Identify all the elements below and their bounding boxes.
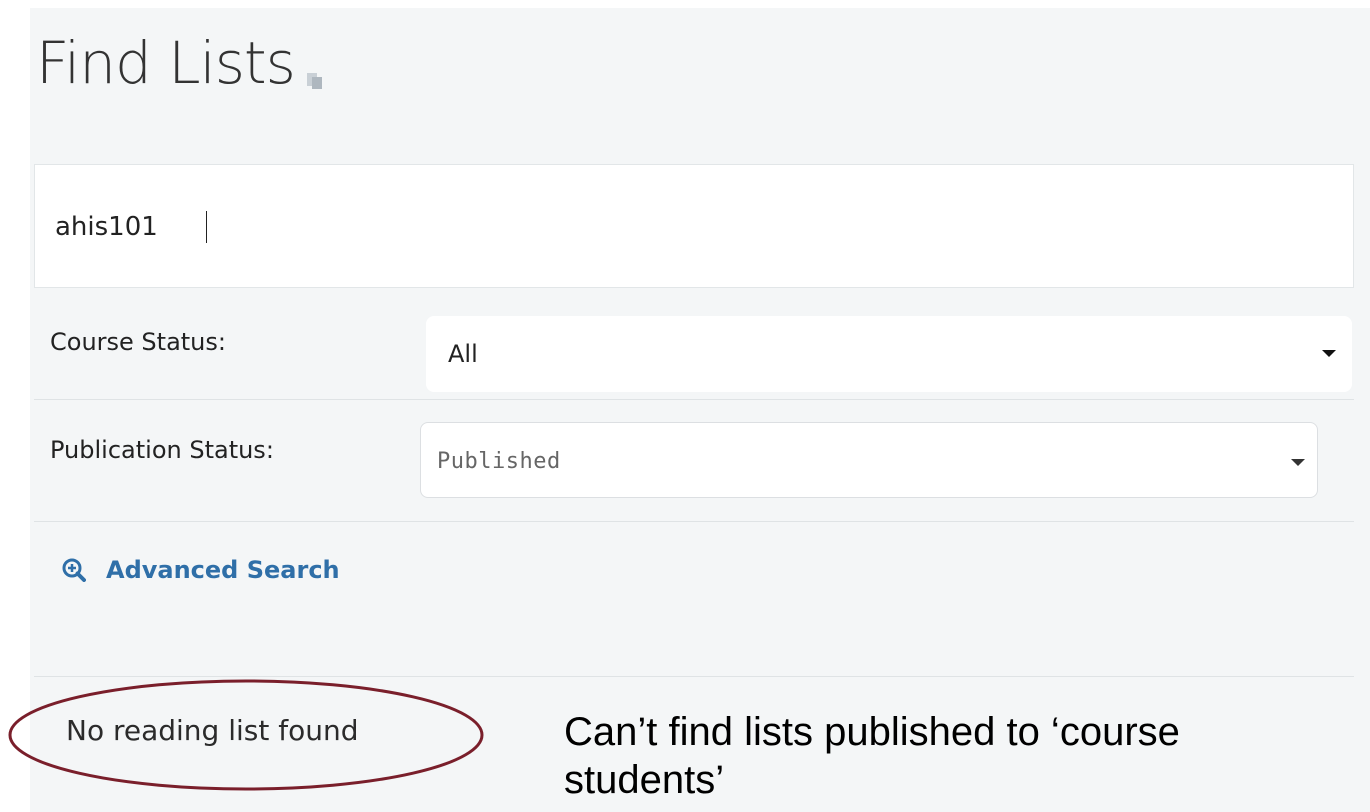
publication-status-label: Publication Status: <box>50 436 274 464</box>
course-status-label: Course Status: <box>50 328 226 356</box>
annotation-note: Can’t find lists published to ‘course st… <box>564 710 1180 802</box>
zoom-in-icon <box>62 558 86 582</box>
text-caret <box>206 211 207 243</box>
chevron-down-icon <box>1322 350 1336 357</box>
search-box[interactable] <box>34 164 1354 288</box>
document-icon <box>306 73 322 89</box>
publication-status-row: Publication Status: Published <box>34 410 1354 522</box>
search-input[interactable] <box>55 209 1055 245</box>
chevron-down-icon <box>1291 459 1305 466</box>
highlight-ellipse <box>8 679 484 791</box>
page-title: Find Lists <box>36 29 296 97</box>
advanced-search-link[interactable]: Advanced Search <box>62 556 340 584</box>
publication-status-value: Published <box>437 449 561 474</box>
course-status-row: Course Status: All <box>34 306 1354 400</box>
title-row: Find Lists <box>36 30 325 96</box>
course-status-select[interactable]: All <box>426 316 1352 392</box>
advanced-search-label: Advanced Search <box>106 556 340 584</box>
publication-status-select[interactable]: Published <box>420 422 1318 498</box>
course-status-value: All <box>448 340 478 368</box>
